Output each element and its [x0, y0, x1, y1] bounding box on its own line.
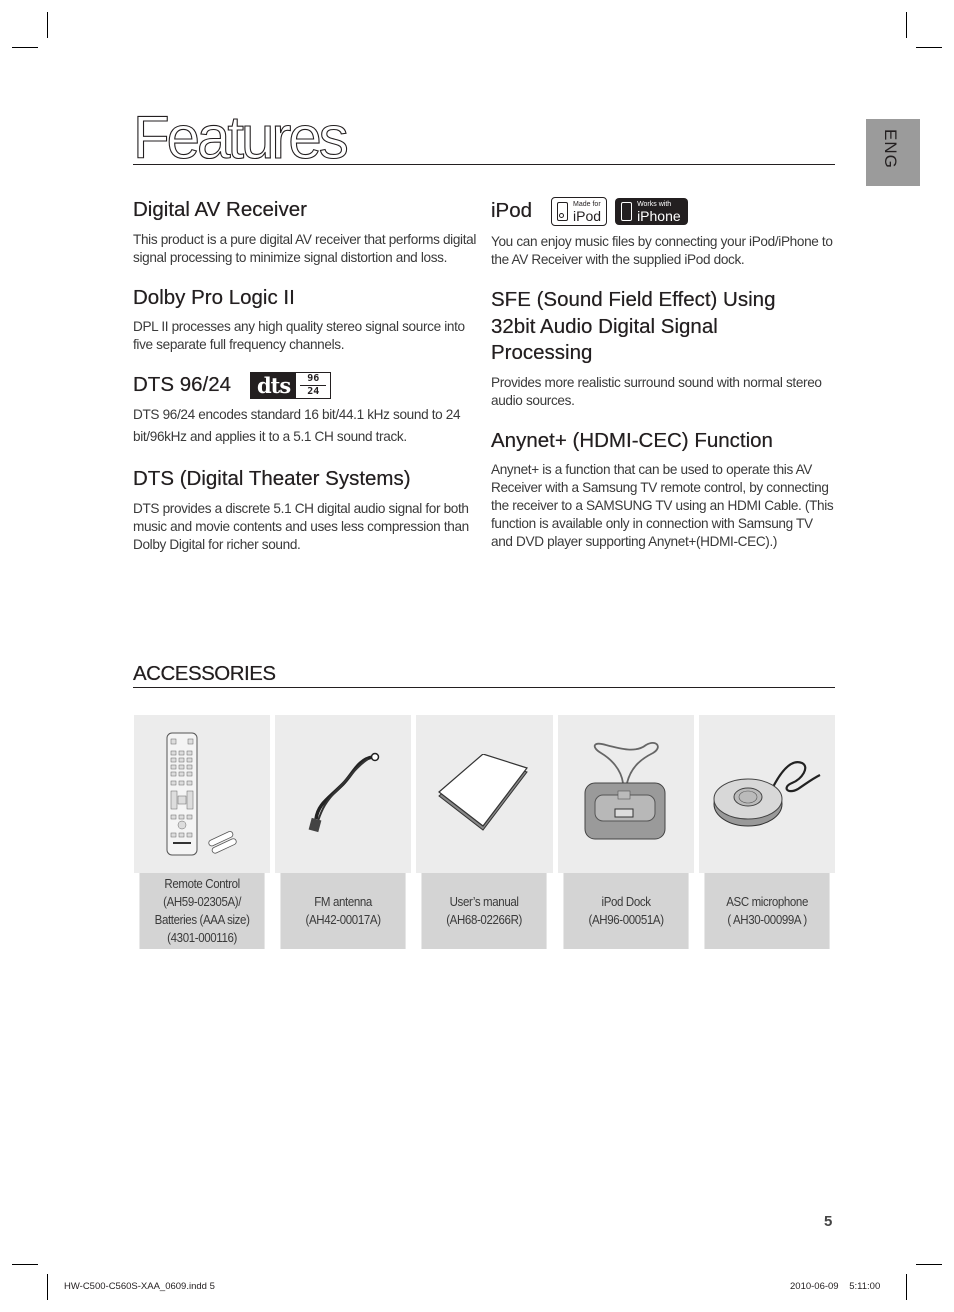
- accessory-caption: Remote Control (AH59-02305A)/ Batteries …: [154, 877, 250, 945]
- accessory-caption: FM antenna (AH42-00017A): [305, 895, 381, 927]
- print-slug-timestamp: 2010-06-09 5:11:00: [790, 1281, 881, 1292]
- feature-dts-96-24: DTS 96/24 dts 96 24 DTS 96/24 encodes st…: [133, 372, 478, 448]
- title-divider: [133, 164, 835, 165]
- accessory-fm-antenna: FM antenna (AH42-00017A): [275, 715, 412, 949]
- feature-anynet: Anynet+ (HDMI-CEC) Function Anynet+ is a…: [491, 428, 836, 552]
- accessories-heading: ACCESSORIES: [133, 662, 276, 685]
- dts-logo-fraction: 96 24: [296, 373, 331, 398]
- feature-body: DTS provides a discrete 5.1 CH digital a…: [133, 500, 469, 552]
- badge-big-text: iPod: [573, 207, 602, 224]
- crop-mark: [906, 12, 907, 38]
- feature-dolby-pro-logic: Dolby Pro Logic II DPL II processes any …: [133, 285, 478, 355]
- accessories-table: Remote Control (AH59-02305A)/ Batteries …: [134, 715, 836, 949]
- remote-control-icon: [166, 732, 237, 856]
- feature-body: DPL II processes any high quality stereo…: [133, 319, 465, 352]
- feature-heading: Dolby Pro Logic II: [133, 285, 295, 309]
- feature-heading: Anynet+ (HDMI-CEC) Function: [491, 428, 773, 452]
- language-tab-label: ENG: [881, 129, 900, 169]
- accessory-asc-microphone: ASC microphone ( AH30-00099A ): [698, 715, 836, 949]
- feature-digital-av-receiver: Digital AV Receiver This product is a pu…: [133, 197, 478, 267]
- feature-body: Anynet+ is a function that can be used t…: [491, 462, 834, 549]
- asc-microphone-icon: [713, 761, 821, 827]
- accessory-users-manual: User’s manual (AH68-02266R): [416, 715, 553, 949]
- feature-heading: SFE (Sound Field Effect) Using 32bit Aud…: [491, 288, 776, 364]
- fm-antenna-icon: [308, 752, 380, 833]
- feature-body: DTS 96/24 encodes standard 16 bit/44.1 k…: [133, 407, 461, 444]
- dts-96-24-logo: dts 96 24: [250, 372, 332, 399]
- accessory-remote-control: Remote Control (AH59-02305A)/ Batteries …: [134, 715, 271, 949]
- crop-mark: [12, 1264, 38, 1265]
- crop-mark: [916, 1264, 942, 1265]
- user-manual-icon: [437, 754, 528, 831]
- iphone-icon: [621, 202, 633, 221]
- feature-heading: DTS (Digital Theater Systems): [133, 467, 411, 490]
- badge-small-text: Works with: [637, 200, 672, 208]
- feature-body: This product is a pure digital AV receiv…: [133, 231, 477, 265]
- ipod-dock-icon: [584, 741, 666, 840]
- features-right-column: iPod Made for iPod Works with iPhone You…: [491, 197, 836, 569]
- page-title: Features: [132, 104, 349, 171]
- accessory-caption: iPod Dock (AH96-00051A): [588, 895, 664, 927]
- crop-mark: [47, 12, 48, 38]
- crop-mark: [47, 1274, 48, 1300]
- badge-small-text: Made for: [573, 200, 601, 208]
- works-with-iphone-badge: Works with iPhone: [615, 198, 688, 225]
- language-tab: ENG: [866, 119, 920, 186]
- feature-ipod: iPod Made for iPod Works with iPhone You…: [491, 197, 836, 269]
- accessory-caption: ASC microphone ( AH30-00099A ): [726, 895, 808, 927]
- print-slug-filename: HW-C500-C560S-XAA_0609.indd 5: [64, 1281, 215, 1292]
- crop-mark: [906, 1274, 907, 1300]
- feature-heading: DTS 96/24: [133, 373, 231, 397]
- dts-logo-text: dts: [251, 373, 297, 398]
- ipod-icon: [557, 202, 569, 221]
- page-number: 5: [824, 1213, 833, 1230]
- features-left-column: Digital AV Receiver This product is a pu…: [133, 197, 478, 572]
- feature-body: Provides more realistic surround sound w…: [491, 374, 822, 408]
- feature-body: You can enjoy music files by connecting …: [491, 234, 833, 267]
- crop-mark: [916, 47, 942, 48]
- accessory-caption: User’s manual (AH68-02266R): [446, 895, 523, 927]
- feature-dts: DTS (Digital Theater Systems) DTS provid…: [133, 466, 478, 554]
- accessories-divider: [133, 687, 835, 688]
- dts-logo-bottom: 24: [307, 386, 320, 397]
- crop-mark: [12, 47, 38, 48]
- dts-logo-top: 96: [307, 373, 320, 384]
- badge-big-text: iPhone: [637, 207, 681, 224]
- made-for-ipod-badge: Made for iPod: [551, 197, 608, 226]
- feature-sfe: SFE (Sound Field Effect) Using 32bit Aud…: [491, 287, 836, 410]
- feature-heading: Digital AV Receiver: [133, 198, 307, 221]
- accessory-ipod-dock: iPod Dock (AH96-00051A): [557, 715, 694, 949]
- feature-heading: iPod: [491, 199, 533, 223]
